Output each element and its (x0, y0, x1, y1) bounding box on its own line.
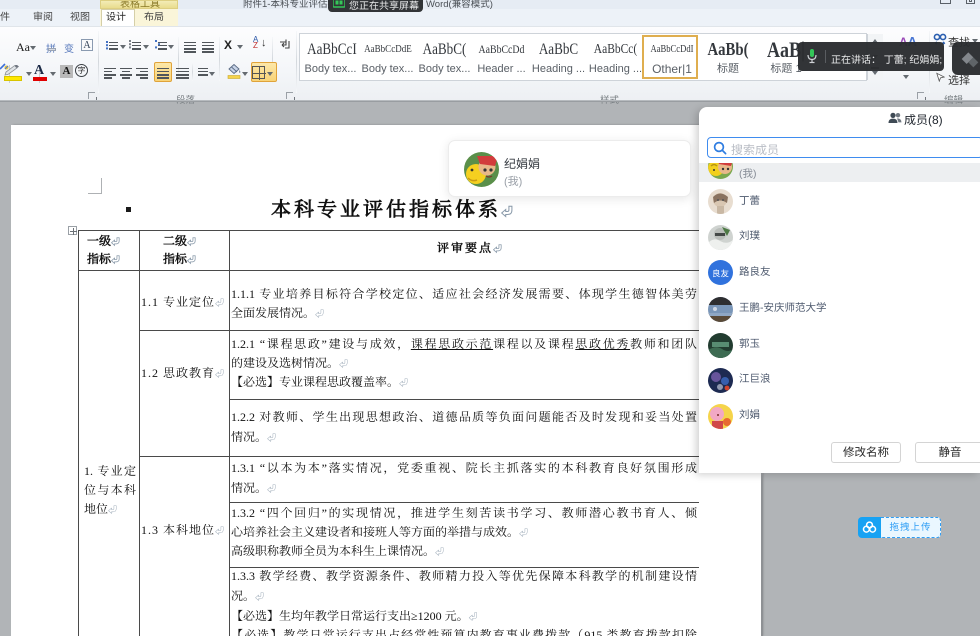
svg-text:良友: 良友 (712, 268, 730, 280)
